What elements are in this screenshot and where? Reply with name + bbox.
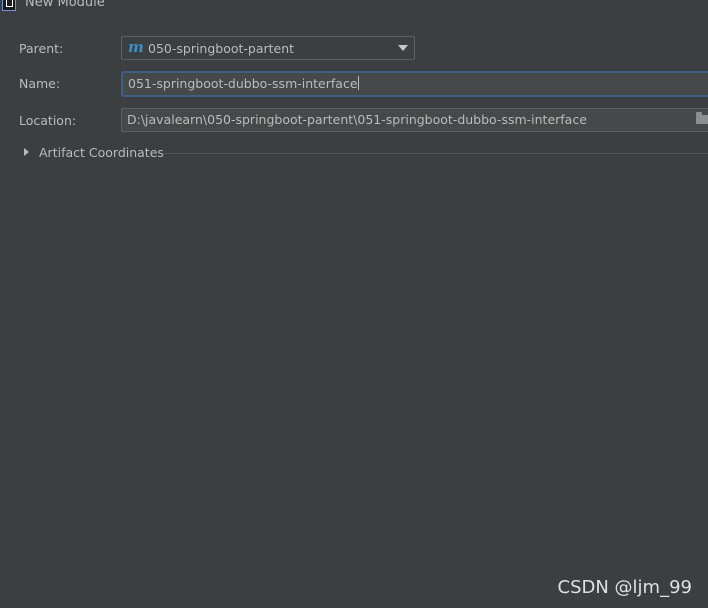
chevron-down-icon[interactable] <box>398 45 408 51</box>
section-divider <box>162 153 708 154</box>
name-input[interactable]: 051-springboot-dubbo-ssm-interface <box>121 71 708 97</box>
folder-icon[interactable] <box>696 112 708 124</box>
artifact-coordinates-section[interactable]: Artifact Coordinates <box>22 145 708 161</box>
maven-m-icon: m <box>128 38 144 56</box>
text-caret <box>357 76 359 90</box>
parent-dropdown[interactable]: m 050-springboot-partent <box>121 36 415 60</box>
parent-value: 050-springboot-partent <box>148 41 295 56</box>
location-input[interactable]: D:\javalearn\050-springboot-partent\051-… <box>121 108 708 132</box>
intellij-icon <box>2 0 16 11</box>
name-value: 051-springboot-dubbo-ssm-interface <box>128 76 359 91</box>
name-label: Name: <box>19 76 61 91</box>
watermark: CSDN @ljm_99 <box>557 577 692 598</box>
title-bar: New Module <box>0 0 708 12</box>
location-value: D:\javalearn\050-springboot-partent\051-… <box>127 112 587 127</box>
chevron-right-icon[interactable] <box>24 148 29 156</box>
parent-label: Parent: <box>19 41 64 56</box>
artifact-coordinates-label[interactable]: Artifact Coordinates <box>39 145 164 160</box>
location-label: Location: <box>19 113 77 128</box>
window-title: New Module <box>25 0 105 10</box>
